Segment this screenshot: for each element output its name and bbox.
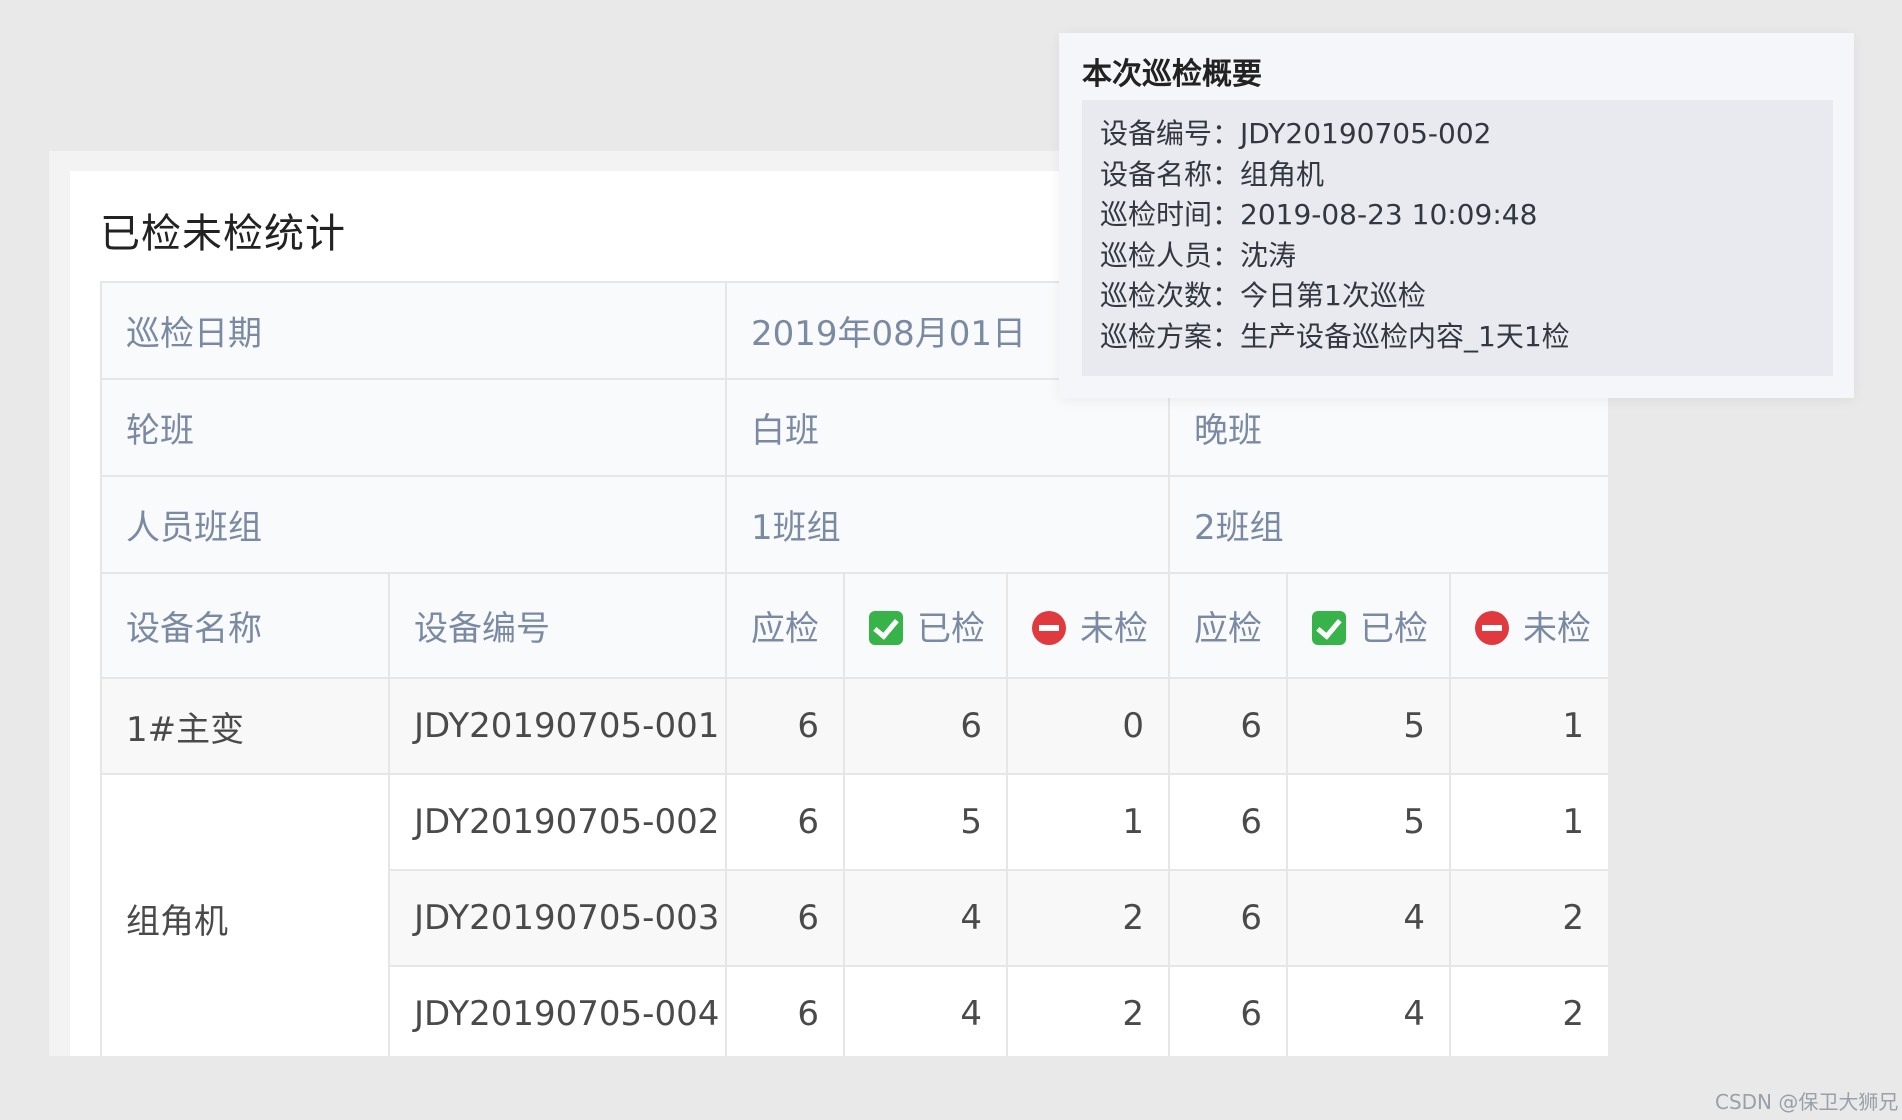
device-code-cell: JDY20190705-001 <box>388 677 727 775</box>
col-device-name: 设备名称 <box>100 572 390 679</box>
night-checked-cell: 5 <box>1286 677 1451 775</box>
col-day-unchecked-label: 未检 <box>1080 609 1148 649</box>
col-day-checked: 已检 <box>843 572 1008 679</box>
night-should-cell: 6 <box>1168 869 1288 967</box>
night-checked-cell: 4 <box>1286 965 1451 1056</box>
team-row: 人员班组 1班组 2班组 <box>100 475 1608 574</box>
team-night: 2班组 <box>1167 475 1608 574</box>
col-day-should: 应检 <box>725 572 845 679</box>
day-checked-cell: 4 <box>843 965 1008 1056</box>
night-checked-cell: 5 <box>1286 773 1451 871</box>
day-should-cell: 6 <box>725 869 845 967</box>
col-night-unchecked-label: 未检 <box>1523 609 1591 649</box>
night-unchecked-cell: 1 <box>1448 773 1608 871</box>
day-should-cell: 6 <box>725 773 845 871</box>
team-day: 1班组 <box>725 475 1170 574</box>
device-code-cell: JDY20190705-002 <box>388 773 727 871</box>
night-should-cell: 6 <box>1168 965 1288 1056</box>
column-header-row: 设备名称 设备编号 应检 已检 未检 应检 已检 未检 <box>100 572 1608 679</box>
day-unchecked-cell: 1 <box>1006 773 1170 871</box>
device-code-cell: JDY20190705-004 <box>388 965 727 1056</box>
no-entry-icon <box>1475 611 1509 645</box>
device-name-cell: 1#主变 <box>100 677 390 775</box>
col-night-checked: 已检 <box>1286 572 1451 679</box>
col-day-unchecked: 未检 <box>1006 572 1170 679</box>
day-unchecked-cell: 2 <box>1006 965 1170 1056</box>
night-checked-cell: 4 <box>1286 869 1451 967</box>
card-title: 已检未检统计 <box>100 211 346 257</box>
check-mark-icon <box>1312 611 1346 645</box>
inspection-date-label: 巡检日期 <box>100 281 727 380</box>
watermark: CSDN @保卫大狮兄 <box>1715 1090 1899 1114</box>
night-unchecked-cell: 1 <box>1448 677 1608 775</box>
night-unchecked-cell: 2 <box>1448 869 1608 967</box>
summary-inspector: 巡检人员：沈涛 <box>1100 238 1297 272</box>
device-name-cell: 组角机 <box>100 773 390 1056</box>
team-label: 人员班组 <box>100 475 727 574</box>
day-should-cell: 6 <box>725 677 845 775</box>
summary-inspection-count: 巡检次数：今日第1次巡检 <box>1100 279 1426 312</box>
stage: 已检未检统计 巡检日期 2019年08月01日 轮班 白班 晚班 人员班组 1班… <box>0 0 1902 1120</box>
popover-title: 本次巡检概要 <box>1082 57 1262 92</box>
night-should-cell: 6 <box>1168 773 1288 871</box>
night-should-cell: 6 <box>1168 677 1288 775</box>
day-unchecked-cell: 0 <box>1006 677 1170 775</box>
day-checked-cell: 5 <box>843 773 1008 871</box>
shift-label: 轮班 <box>100 378 727 477</box>
table-row: 1#主变 JDY20190705-001 6 6 0 6 5 1 <box>100 677 1608 775</box>
col-night-should: 应检 <box>1168 572 1288 679</box>
popover-body: 设备编号：JDY20190705-002 设备名称：组角机 巡检时间：2019-… <box>1082 100 1833 376</box>
table-row: 组角机 JDY20190705-002 6 5 1 6 5 1 <box>100 773 1608 1056</box>
day-checked-cell: 6 <box>843 677 1008 775</box>
day-should-cell: 6 <box>725 965 845 1056</box>
col-day-checked-label: 已检 <box>917 609 985 649</box>
summary-device-code: 设备编号：JDY20190705-002 <box>1100 117 1492 150</box>
day-unchecked-cell: 2 <box>1006 869 1170 967</box>
day-checked-cell: 4 <box>843 869 1008 967</box>
night-unchecked-cell: 2 <box>1448 965 1608 1056</box>
check-mark-icon <box>869 611 903 645</box>
summary-device-name: 设备名称：组角机 <box>1100 157 1325 191</box>
summary-inspection-plan: 巡检方案：生产设备巡检内容_1天1检 <box>1100 319 1570 353</box>
col-night-unchecked: 未检 <box>1448 572 1608 679</box>
inspection-summary-popover: 本次巡检概要 设备编号：JDY20190705-002 设备名称：组角机 巡检时… <box>1059 33 1854 398</box>
col-night-checked-label: 已检 <box>1360 609 1428 649</box>
no-entry-icon <box>1032 611 1066 645</box>
col-device-code: 设备编号 <box>388 572 727 679</box>
summary-inspection-time: 巡检时间：2019-08-23 10:09:48 <box>1100 198 1538 231</box>
device-code-cell: JDY20190705-003 <box>388 869 727 967</box>
